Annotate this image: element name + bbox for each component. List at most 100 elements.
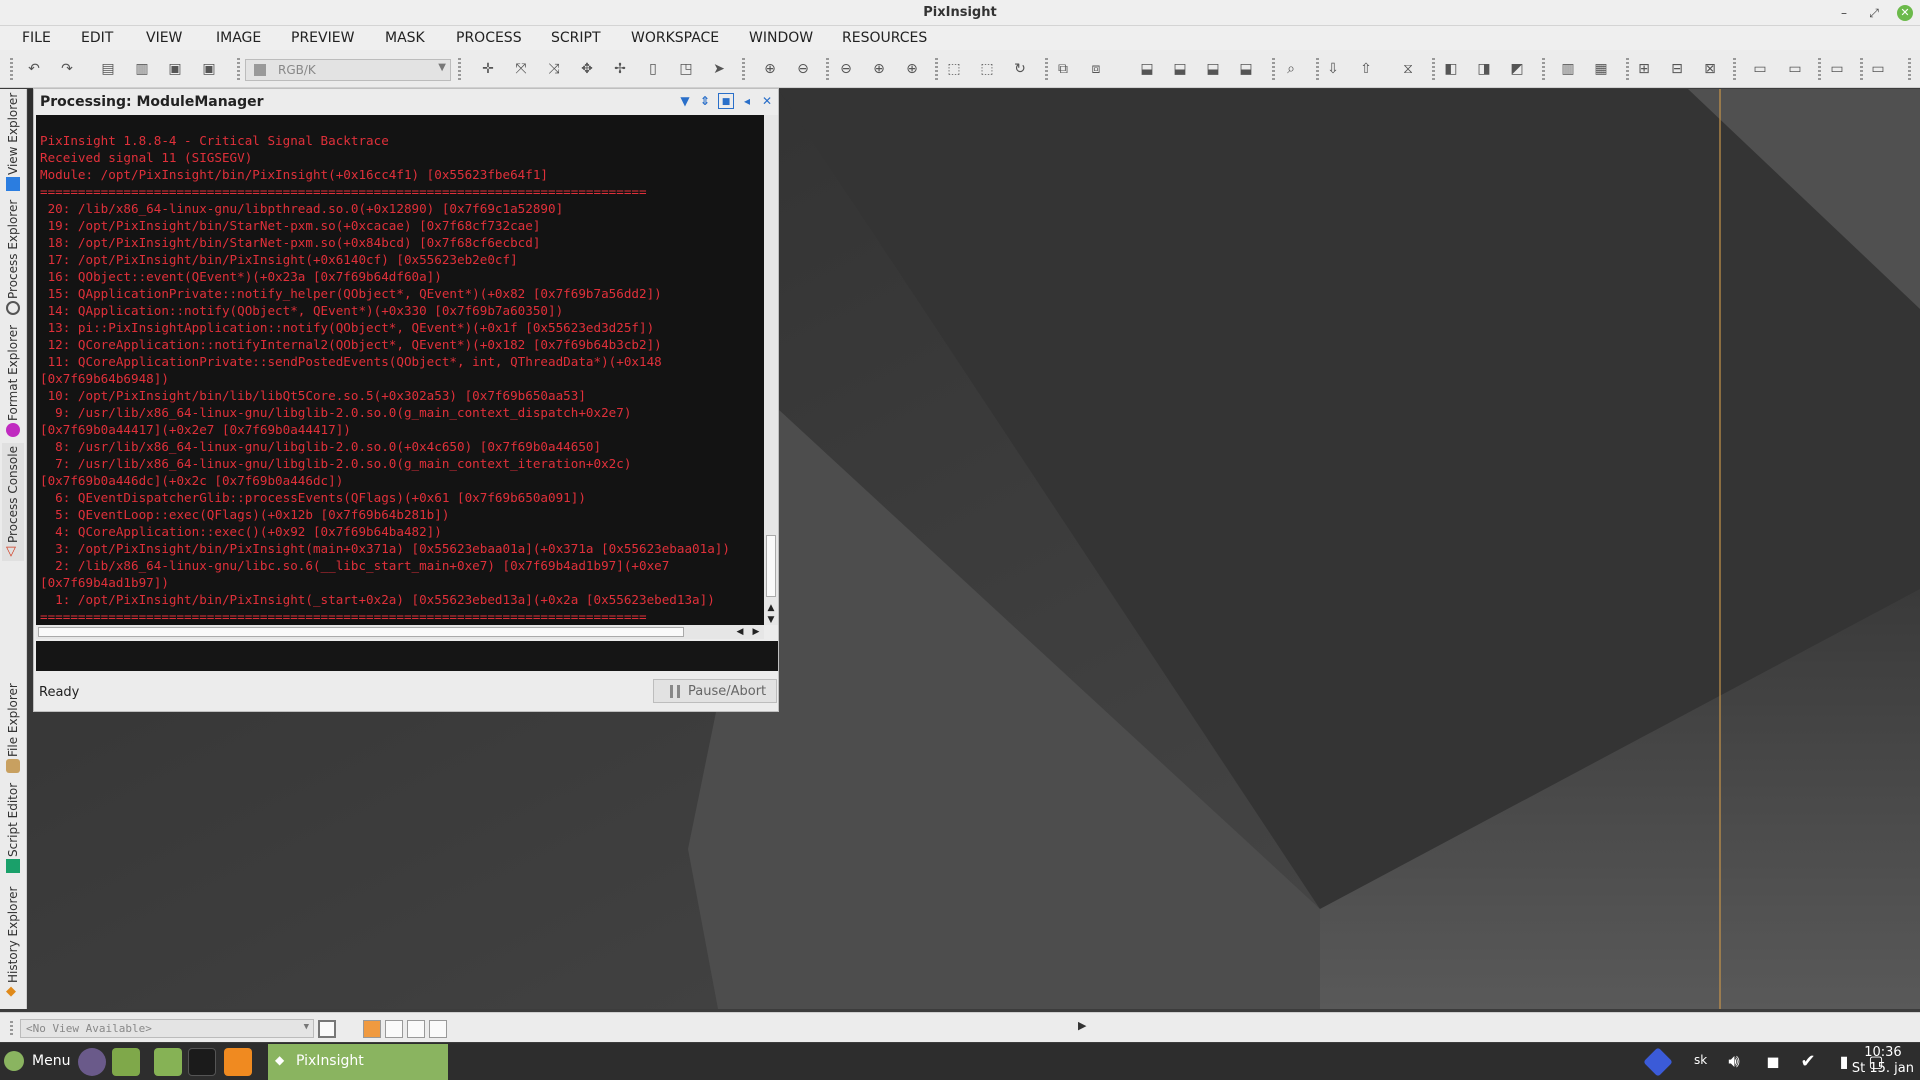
tool-c-icon[interactable]: ◩ <box>1507 59 1527 79</box>
scroll-left-icon[interactable]: ◀ <box>733 625 747 639</box>
tab-history-explorer[interactable]: History Explorer ◆ <box>2 879 24 1001</box>
menu-file[interactable]: FILE <box>22 30 51 46</box>
menu-script[interactable]: SCRIPT <box>551 30 601 46</box>
camera-icon[interactable]: ◼ <box>1759 1048 1787 1076</box>
layout-b-icon[interactable]: ▦ <box>1591 59 1611 79</box>
scroll-thumb[interactable] <box>766 535 776 597</box>
zoom-fit-icon[interactable]: ⊖ <box>836 59 856 79</box>
channel-green-swatch[interactable] <box>407 1020 425 1038</box>
shade-icon[interactable]: ⇕ <box>697 93 713 109</box>
scroll-right-icon[interactable]: ▶ <box>749 625 763 639</box>
undo-all-icon[interactable]: ▤ <box>98 59 118 79</box>
new-preview-icon[interactable]: ⬚ <box>944 59 964 79</box>
window-b-icon[interactable]: ▭ <box>1868 59 1888 79</box>
zoom-out-icon[interactable]: ⊖ <box>793 59 813 79</box>
tab-process-console[interactable]: Process Console ▽ <box>2 443 24 561</box>
keyboard-layout[interactable]: sk <box>1694 1053 1707 1067</box>
export-icon[interactable]: ⇩ <box>1323 59 1343 79</box>
channel-red-swatch[interactable] <box>385 1020 403 1038</box>
color-space-select[interactable]: RGB/K ▼ <box>245 59 451 81</box>
window-icon[interactable]: ▭ <box>1827 59 1847 79</box>
menu-preview[interactable]: PREVIEW <box>291 30 354 46</box>
pan-icon[interactable]: ✥ <box>577 59 597 79</box>
redo-all-icon[interactable]: ▥ <box>132 59 152 79</box>
mint-menu-icon[interactable] <box>4 1051 24 1071</box>
stf-link-icon[interactable]: ⬓ <box>1170 59 1190 79</box>
undo-icon[interactable]: ↶ <box>24 59 44 79</box>
move-icon[interactable]: ✢ <box>610 59 630 79</box>
channel-rgb-swatch[interactable] <box>363 1020 381 1038</box>
multi-monitor-icon[interactable]: ▭ <box>1785 59 1805 79</box>
arrange-icon[interactable]: ⊠ <box>1700 59 1720 79</box>
pause-abort-button[interactable]: Pause/Abort <box>653 679 777 703</box>
crosshair-icon[interactable]: ✛ <box>478 59 498 79</box>
console-command-line[interactable] <box>36 641 778 671</box>
menu-view[interactable]: VIEW <box>146 30 182 46</box>
mask-show-icon[interactable]: ⧉ <box>1053 59 1073 79</box>
shield-icon[interactable]: ✔ <box>1794 1048 1822 1076</box>
terminal-app-icon[interactable] <box>188 1048 216 1076</box>
tab-view-explorer[interactable]: View Explorer <box>2 93 24 193</box>
close-button[interactable]: ✕ <box>1897 5 1913 21</box>
close-icon[interactable]: ✕ <box>759 93 775 109</box>
tool-b-icon[interactable]: ◨ <box>1474 59 1494 79</box>
stf-reset-icon[interactable]: ⬓ <box>1236 59 1256 79</box>
toolbar-grip[interactable] <box>10 1021 13 1037</box>
process-search-icon[interactable]: ⌕ <box>1281 59 1301 79</box>
menu-resources[interactable]: RESOURCES <box>842 30 927 46</box>
layout-a-icon[interactable]: ▥ <box>1558 59 1578 79</box>
fit-view-icon[interactable]: ⤧ <box>511 59 531 79</box>
monitor-icon[interactable]: ▭ <box>1750 59 1770 79</box>
mask-enable-icon[interactable]: ⧈ <box>1086 59 1106 79</box>
menu-window[interactable]: WINDOW <box>749 30 813 46</box>
clock[interactable]: 10:36 St 15. jan <box>1852 1045 1914 1077</box>
swap-all-icon[interactable]: ▣ <box>199 59 219 79</box>
page-icon[interactable]: ▯ <box>643 59 663 79</box>
menu-workspace[interactable]: WORKSPACE <box>631 30 719 46</box>
swap-icon[interactable]: ▣ <box>165 59 185 79</box>
scroll-thumb[interactable] <box>38 627 684 637</box>
stf-auto-icon[interactable]: ⬓ <box>1203 59 1223 79</box>
zoom-in-icon[interactable]: ⊕ <box>760 59 780 79</box>
view-select[interactable]: <No View Available> ▼ <box>20 1019 314 1038</box>
cube-tray-icon[interactable] <box>1643 1047 1673 1077</box>
cascade-icon[interactable]: ⊟ <box>1667 59 1687 79</box>
tool-a-icon[interactable]: ◧ <box>1441 59 1461 79</box>
chevron-down-icon[interactable]: ▼ <box>677 93 693 109</box>
volume-icon[interactable]: 🔊︎ <box>1720 1048 1748 1076</box>
rotate-icon[interactable]: ↻ <box>1010 59 1030 79</box>
dock-icon[interactable]: ◂ <box>739 93 755 109</box>
vertical-scrollbar[interactable]: ▲ ▼ <box>764 115 778 625</box>
menu-image[interactable]: IMAGE <box>216 30 261 46</box>
menu-label[interactable]: Menu <box>32 1053 70 1069</box>
tab-script-editor[interactable]: Script Editor <box>2 781 24 875</box>
zoom-2-1-icon[interactable]: ⊕ <box>902 59 922 79</box>
import-icon[interactable]: ⇧ <box>1356 59 1376 79</box>
stf-icon[interactable]: ⬓ <box>1137 59 1157 79</box>
edit-preview-icon[interactable]: ⬚ <box>977 59 997 79</box>
minimize-button[interactable]: – <box>1834 3 1854 23</box>
files-app-icon[interactable] <box>112 1048 140 1076</box>
maximize-button[interactable]: ⤢ <box>1864 3 1884 23</box>
history-icon[interactable]: ⧖ <box>1398 59 1418 79</box>
tab-format-explorer[interactable]: Format Explorer <box>2 321 24 439</box>
console-output[interactable]: PixInsight 1.8.8-4 - Critical Signal Bac… <box>36 115 764 625</box>
menu-process[interactable]: PROCESS <box>456 30 522 46</box>
channel-blue-swatch[interactable] <box>429 1020 447 1038</box>
firefox-app-icon[interactable] <box>224 1048 252 1076</box>
screenshot-app-icon[interactable] <box>78 1048 106 1076</box>
toolbar-grip[interactable] <box>10 58 13 80</box>
maximize-icon[interactable]: ■ <box>718 93 734 109</box>
tab-process-explorer[interactable]: Process Explorer <box>2 197 24 317</box>
redo-icon[interactable]: ↷ <box>57 59 77 79</box>
zoom-1-1-icon[interactable]: ⊕ <box>869 59 889 79</box>
readout-icon[interactable]: ◳ <box>676 59 696 79</box>
tab-file-explorer[interactable]: File Explorer <box>2 683 24 775</box>
menu-mask[interactable]: MASK <box>385 30 425 46</box>
play-icon[interactable]: ▶ <box>1078 1019 1086 1032</box>
view-properties-icon[interactable] <box>318 1020 336 1038</box>
horizontal-scrollbar[interactable]: ◀ ▶ <box>36 625 764 639</box>
folder-app-icon[interactable] <box>154 1048 182 1076</box>
taskbar-pixinsight[interactable]: ◆ PixInsight <box>268 1044 448 1080</box>
tile-icon[interactable]: ⊞ <box>1634 59 1654 79</box>
